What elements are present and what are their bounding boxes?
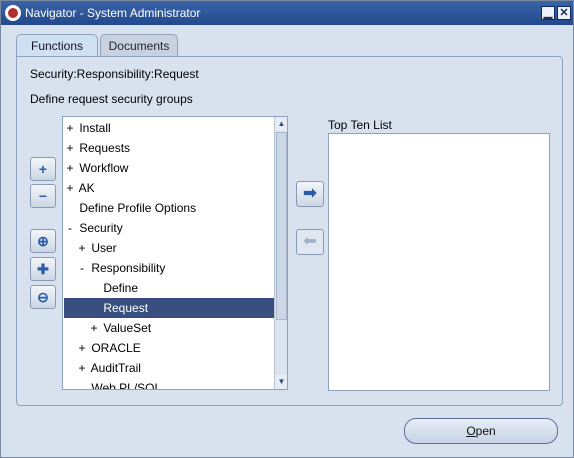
title-bar[interactable]: Navigator - System Administrator ▁ ✕	[1, 1, 573, 25]
tree-expander[interactable]: +	[64, 118, 76, 138]
tree-expander[interactable]: +	[64, 138, 76, 158]
tree-expander[interactable]: +	[88, 318, 100, 338]
expand-all-button[interactable]: ✚	[30, 257, 56, 281]
minus-icon: −	[38, 188, 48, 204]
tree-item[interactable]: + ValueSet	[64, 318, 287, 338]
top-ten-label: Top Ten List	[328, 118, 392, 132]
add-to-top-ten-button[interactable]: ➡	[296, 181, 324, 207]
tree-item[interactable]: + Install	[64, 118, 274, 138]
open-label: pen	[475, 424, 496, 438]
tree-item[interactable]: + ORACLE	[64, 338, 286, 358]
minimize-button[interactable]: ▁	[541, 6, 555, 20]
tree-expander[interactable]: -	[76, 258, 88, 278]
tree-item-label: Security	[79, 221, 123, 235]
collapse-all-button[interactable]: ⊖	[30, 285, 56, 309]
window-title: Navigator - System Administrator	[25, 6, 201, 20]
tree-item-label: AuditTrail	[90, 361, 141, 375]
tree-item[interactable]: + Workflow	[64, 158, 274, 178]
tree-item[interactable]: Define Profile Options	[64, 198, 274, 218]
tree-expander[interactable]: +	[76, 358, 88, 378]
open-button[interactable]: Open	[404, 418, 558, 444]
oracle-app-icon	[5, 5, 21, 21]
scroll-thumb[interactable]	[276, 132, 287, 320]
tree-expander[interactable]: -	[64, 218, 76, 238]
arrow-left-icon: ⬅	[303, 233, 317, 250]
tree-scrollbar[interactable]: ▲ ▼	[274, 117, 287, 389]
expand-branch-button[interactable]: ⊕	[30, 229, 56, 253]
arrow-right-icon: ➡	[303, 185, 317, 202]
tree-expander[interactable]: +	[64, 158, 76, 178]
tree-expander[interactable]: +	[64, 178, 76, 198]
tree-expander[interactable]: +	[76, 238, 88, 258]
breadcrumb: Security:Responsibility:Request	[30, 67, 199, 81]
tree-item-label: Define Profile Options	[79, 201, 197, 215]
tree-item-label: Request	[103, 301, 149, 315]
tree-item[interactable]: Web PL/SQL	[64, 378, 286, 390]
close-button[interactable]: ✕	[557, 6, 571, 20]
tree-item-label: Install	[79, 121, 111, 135]
tree-item[interactable]: Define	[64, 278, 287, 298]
top-ten-list[interactable]	[328, 133, 550, 391]
tree-item[interactable]: + Requests	[64, 138, 274, 158]
tree-item-label: ValueSet	[103, 321, 152, 335]
scroll-up-icon[interactable]: ▲	[275, 117, 287, 131]
tree-item-selected[interactable]: Request	[64, 298, 287, 318]
tree-item-label: Requests	[79, 141, 131, 155]
expand-branch-icon: ⊕	[37, 233, 49, 249]
tree-item-label: ORACLE	[91, 341, 141, 355]
scroll-down-icon[interactable]: ▼	[275, 375, 287, 389]
tree-item[interactable]: + AuditTrail	[64, 358, 286, 378]
tree-item[interactable]: - Security	[64, 218, 274, 238]
function-description: Define request security groups	[30, 92, 193, 106]
expand-button[interactable]: +	[30, 157, 56, 181]
open-mnemonic: O	[466, 424, 476, 438]
tree-expander[interactable]: +	[76, 338, 88, 358]
tree-item-label: Responsibility	[91, 261, 166, 275]
tree-item-label: Define	[103, 281, 139, 295]
tab-documents[interactable]: Documents	[100, 34, 178, 56]
remove-from-top-ten-button[interactable]: ⬅	[296, 229, 324, 255]
tree-item-label: Workflow	[79, 161, 129, 175]
tree-item[interactable]: + AK	[64, 178, 274, 198]
collapse-button[interactable]: −	[30, 184, 56, 208]
tree-item-label: Web PL/SQL	[91, 381, 162, 390]
tab-functions[interactable]: Functions	[16, 34, 98, 56]
plus-icon: +	[38, 161, 48, 177]
function-tree[interactable]: + Install + Requests + Workflow + AK Def…	[62, 116, 288, 390]
tree-item-label: AK	[78, 181, 95, 195]
tree-item[interactable]: - Responsibility	[64, 258, 286, 278]
expand-all-icon: ✚	[37, 261, 49, 277]
collapse-all-icon: ⊖	[37, 289, 49, 305]
tree-item-label: User	[91, 241, 117, 255]
tree-item[interactable]: + User	[64, 238, 286, 258]
navigator-window: Navigator - System Administrator ▁ ✕ Fun…	[0, 0, 574, 458]
